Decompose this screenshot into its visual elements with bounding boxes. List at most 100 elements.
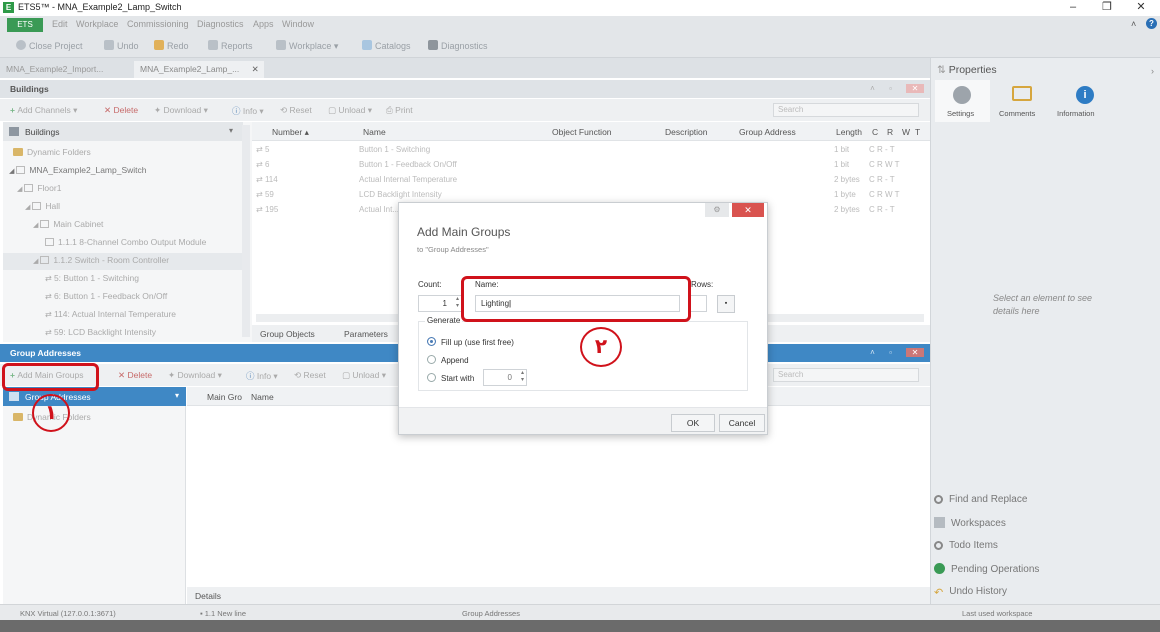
doc-tab-lamp-switch[interactable]: MNA_Example2_Lamp_... ✕ bbox=[134, 61, 264, 78]
menu-diagnostics[interactable]: Diagnostics bbox=[197, 19, 244, 29]
col-c[interactable]: C bbox=[872, 127, 878, 137]
tree-item-object-114[interactable]: ⇄ 114: Actual Internal Temperature bbox=[45, 309, 176, 319]
unload-button[interactable]: ▢ Unload ▾ bbox=[342, 370, 386, 381]
panel-collapse-icon[interactable]: ˄ bbox=[868, 84, 877, 93]
col-number[interactable]: Number ▴ bbox=[272, 127, 309, 138]
menu-window[interactable]: Window bbox=[282, 19, 314, 29]
print-button[interactable]: ⎙ Print bbox=[386, 105, 413, 116]
info-button[interactable]: ⓘ Info ▾ bbox=[232, 105, 264, 117]
radio-fill-up[interactable]: Fill up (use first free) bbox=[427, 337, 514, 347]
info-button[interactable]: ⓘ Info ▾ bbox=[246, 370, 278, 382]
unload-icon: ▢ bbox=[342, 370, 353, 380]
rows-input[interactable] bbox=[689, 295, 707, 312]
col-t[interactable]: T bbox=[915, 127, 920, 137]
menu-edit[interactable]: Edit bbox=[52, 19, 68, 29]
redo-button[interactable]: Redo bbox=[154, 40, 189, 51]
col-object-function[interactable]: Object Function bbox=[552, 127, 612, 137]
download-button[interactable]: ✦ Download ▾ bbox=[154, 105, 208, 116]
delete-button[interactable]: ✕ Delete bbox=[118, 370, 152, 381]
ets-menu-tab[interactable]: ETS bbox=[7, 18, 43, 32]
close-window-button[interactable]: ✕ bbox=[1124, 0, 1158, 16]
tab-information[interactable]: i Information bbox=[1053, 80, 1119, 122]
tree-scrollbar[interactable] bbox=[242, 125, 250, 337]
col-w[interactable]: W bbox=[902, 127, 910, 137]
panel-maximize-icon[interactable]: ▫ bbox=[886, 84, 895, 93]
line-status[interactable]: ▪ 1.1 New line bbox=[200, 609, 246, 618]
menu-commissioning[interactable]: Commissioning bbox=[127, 19, 189, 29]
workplace-button[interactable]: Workplace ▾ bbox=[276, 40, 338, 52]
count-stepper[interactable]: 1 ▴ ▾ bbox=[418, 295, 462, 312]
help-icon[interactable]: ? bbox=[1146, 18, 1157, 29]
floor-icon bbox=[24, 184, 34, 192]
menu-apps[interactable]: Apps bbox=[253, 19, 274, 29]
rows-more-button[interactable]: ▪ bbox=[717, 295, 735, 313]
start-with-stepper[interactable]: 0 ▴ ▾ bbox=[483, 369, 527, 386]
panel-close-icon[interactable]: ✕ bbox=[906, 348, 924, 357]
find-and-replace-item[interactable]: Find and Replace bbox=[934, 494, 1027, 505]
ok-button[interactable]: OK bbox=[671, 414, 715, 432]
expand-panel-icon[interactable]: › bbox=[1151, 66, 1154, 76]
minimize-button[interactable]: – bbox=[1056, 0, 1090, 16]
collapse-ribbon-icon[interactable]: ˄ bbox=[1131, 19, 1136, 29]
catalogs-button[interactable]: Catalogs bbox=[362, 40, 411, 51]
annotation-step-1: ١ bbox=[32, 394, 70, 432]
tree-item-floor1[interactable]: ◢ Floor1 bbox=[17, 183, 61, 193]
cancel-button[interactable]: Cancel bbox=[719, 414, 765, 432]
close-project-button[interactable]: Close Project bbox=[16, 40, 83, 51]
unload-button[interactable]: ▢ Unload ▾ bbox=[328, 105, 372, 116]
dialog-close-button[interactable]: ✕ bbox=[732, 203, 764, 217]
todo-items-item[interactable]: Todo Items bbox=[934, 540, 998, 551]
tab-parameters[interactable]: Parameters bbox=[344, 329, 388, 339]
tree-item-device-1-1-1[interactable]: 1.1.1 8-Channel Combo Output Module bbox=[45, 237, 206, 247]
radio-append[interactable]: Append bbox=[427, 355, 469, 365]
col-length[interactable]: Length bbox=[836, 127, 862, 137]
stepper-arrows-icon[interactable]: ▴ ▾ bbox=[456, 296, 459, 310]
tree-item-main-cabinet[interactable]: ◢ Main Cabinet bbox=[33, 219, 103, 229]
dropdown-chevron-icon[interactable]: ▾ bbox=[175, 391, 179, 400]
pending-operations-item[interactable]: Pending Operations bbox=[934, 563, 1039, 575]
panel-close-icon[interactable]: ✕ bbox=[906, 84, 924, 93]
tree-item-hall[interactable]: ◢ Hall bbox=[25, 201, 60, 211]
tab-group-objects[interactable]: Group Objects bbox=[260, 329, 315, 339]
tab-details[interactable]: Details bbox=[195, 591, 221, 601]
add-channels-button[interactable]: + Add Channels ▾ bbox=[10, 105, 77, 116]
reports-button[interactable]: Reports bbox=[208, 40, 253, 51]
tree-item-object-5[interactable]: ⇄ 5: Button 1 - Switching bbox=[45, 273, 139, 283]
tab-comments[interactable]: Comments bbox=[993, 80, 1053, 122]
col-main-group[interactable]: Main Gro bbox=[207, 392, 242, 402]
tree-item-dynamic-folders[interactable]: Dynamic Folders bbox=[13, 147, 91, 157]
tab-settings[interactable]: Settings bbox=[935, 80, 990, 122]
dialog-settings-icon[interactable]: ⚙ bbox=[705, 203, 729, 217]
panel-collapse-icon[interactable]: ˄ bbox=[868, 348, 877, 357]
col-name[interactable]: Name bbox=[363, 127, 386, 137]
col-name[interactable]: Name bbox=[251, 392, 274, 402]
col-description[interactable]: Description bbox=[665, 127, 708, 137]
col-r[interactable]: R bbox=[887, 127, 893, 137]
delete-button[interactable]: ✕ Delete bbox=[104, 105, 138, 116]
tree-item-object-59[interactable]: ⇄ 59: LCD Backlight Intensity bbox=[45, 327, 156, 337]
radio-start-with[interactable]: Start with bbox=[427, 373, 474, 383]
maximize-button[interactable]: ❐ bbox=[1090, 0, 1124, 16]
buildings-search-input[interactable]: Search bbox=[773, 103, 919, 117]
undo-button[interactable]: Undo bbox=[104, 40, 139, 51]
tree-item-device-1-1-2[interactable]: ◢ 1.1.2 Switch - Room Controller bbox=[3, 253, 243, 270]
tree-item-project[interactable]: ◢ MNA_Example2_Lamp_Switch bbox=[9, 165, 147, 175]
undo-history-item[interactable]: ↶ Undo History bbox=[934, 586, 1007, 599]
reset-button[interactable]: ⟲ Reset bbox=[280, 105, 312, 116]
group-addresses-search-input[interactable]: Search bbox=[773, 368, 919, 382]
col-group-address[interactable]: Group Address bbox=[739, 127, 796, 137]
panel-maximize-icon[interactable]: ▫ bbox=[886, 348, 895, 357]
annotation-highlight-name-field bbox=[461, 276, 691, 322]
diagnostics-button[interactable]: Diagnostics bbox=[428, 40, 488, 51]
building-icon bbox=[16, 166, 26, 174]
tree-item-object-6[interactable]: ⇄ 6: Button 1 - Feedback On/Off bbox=[45, 291, 167, 301]
menu-workplace[interactable]: Workplace bbox=[76, 19, 118, 29]
dropdown-chevron-icon[interactable]: ▾ bbox=[229, 126, 233, 135]
reset-button[interactable]: ⟲ Reset bbox=[294, 370, 326, 381]
workspaces-item[interactable]: Workspaces bbox=[934, 517, 1006, 529]
connection-status[interactable]: KNX Virtual (127.0.0.1:3671) bbox=[20, 609, 116, 618]
doc-tab-import[interactable]: MNA_Example2_Import... bbox=[0, 61, 109, 78]
stepper-arrows-icon[interactable]: ▴ ▾ bbox=[521, 370, 524, 384]
close-tab-icon[interactable]: ✕ bbox=[252, 64, 259, 74]
download-button[interactable]: ✦ Download ▾ bbox=[168, 370, 222, 381]
